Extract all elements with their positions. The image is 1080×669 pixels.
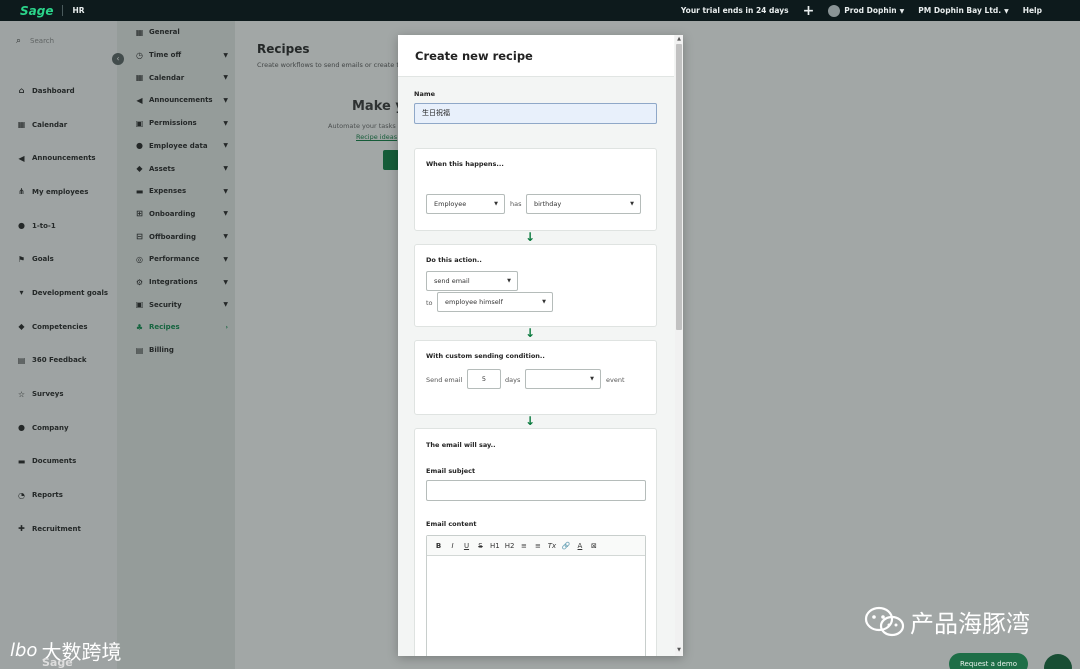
italic-button[interactable]: I [448, 542, 457, 550]
email-content-label: Email content [426, 520, 477, 528]
bullet-list-button[interactable]: ≡ [533, 542, 542, 550]
help-link[interactable]: Help [1023, 6, 1042, 15]
chevron-down-icon: ▼ [899, 7, 905, 15]
watermark-right: 产品海豚湾 [864, 604, 1030, 639]
days-text: days [505, 376, 521, 384]
editor-toolbar: B I U S H1 H2 ≡ ≡ Tx 🔗 A ⊠ [427, 536, 645, 556]
name-input[interactable]: 生日祝福 [414, 103, 657, 124]
trigger-event-select[interactable]: birthday ▼ [526, 194, 641, 214]
send-email-text: Send email [426, 376, 463, 384]
watermark-logo: lbo [10, 640, 38, 661]
modal-scrollbar[interactable]: ▲ ▼ [675, 35, 683, 656]
underline-button[interactable]: U [462, 542, 471, 550]
trigger-title: When this happens... [426, 160, 504, 168]
text-color-button[interactable]: A [575, 542, 584, 550]
select-value: send email [434, 277, 470, 285]
modal-header: Create new recipe [398, 35, 674, 77]
bold-button[interactable]: B [434, 542, 443, 550]
action-title: Do this action.. [426, 256, 482, 264]
heading2-button[interactable]: H2 [505, 542, 515, 550]
trigger-subject-select[interactable]: Employee ▼ [426, 194, 505, 214]
plus-icon[interactable]: + [803, 4, 815, 18]
email-subject-input[interactable] [426, 480, 646, 501]
insert-variable-button[interactable]: ⊠ [589, 542, 598, 550]
strikethrough-button[interactable]: S [476, 542, 485, 550]
select-value: birthday [534, 200, 562, 208]
logo-divider [62, 5, 64, 16]
user-menu[interactable]: Prod Dophin ▼ [828, 4, 905, 17]
condition-card: With custom sending condition.. Send ema… [414, 340, 657, 415]
event-text: event [606, 376, 625, 384]
scroll-down-icon[interactable]: ▼ [677, 647, 681, 653]
bottom-sage-logo: Sage [42, 656, 73, 669]
company-name: PM Dophin Bay Ltd. [918, 6, 1002, 15]
modal-title: Create new recipe [415, 49, 533, 63]
select-value: Employee [434, 200, 467, 208]
recipient-select[interactable]: employee himself ▼ [437, 292, 553, 312]
user-name: Prod Dophin [844, 5, 897, 15]
select-value: employee himself [445, 298, 503, 306]
module-label: HR [72, 6, 85, 15]
top-bar: Sage HR Your trial ends in 24 days + Pro… [0, 0, 1080, 21]
condition-title: With custom sending condition.. [426, 352, 545, 360]
top-right-menu: Your trial ends in 24 days + Prod Dophin… [681, 4, 1042, 18]
chevron-down-icon: ▼ [590, 376, 594, 382]
email-subject-label: Email subject [426, 467, 476, 475]
trial-notice[interactable]: Your trial ends in 24 days [681, 6, 789, 15]
name-label: Name [414, 90, 436, 98]
timing-select[interactable]: ▼ [525, 369, 601, 389]
sage-logo[interactable]: Sage [20, 4, 53, 18]
company-menu[interactable]: PM Dophin Bay Ltd. ▼ [918, 6, 1008, 15]
watermark-right-text: 产品海豚湾 [910, 610, 1030, 638]
avatar [828, 4, 841, 17]
heading1-button[interactable]: H1 [490, 542, 500, 550]
chevron-down-icon: ▼ [542, 299, 546, 305]
has-text: has [510, 200, 522, 208]
ordered-list-button[interactable]: ≡ [519, 542, 528, 550]
clear-format-button[interactable]: Tx [547, 542, 556, 550]
to-text: to [426, 299, 433, 307]
trigger-card: When this happens... Employee ▼ has birth… [414, 148, 657, 231]
arrow-down-icon: ↓ [524, 326, 536, 340]
email-card: The email will say.. Email subject Email… [414, 428, 657, 656]
arrow-down-icon: ↓ [524, 414, 536, 428]
action-card: Do this action.. send email ▼ to employee… [414, 244, 657, 327]
scrollbar-thumb[interactable] [676, 44, 682, 330]
chevron-down-icon: ▼ [630, 201, 634, 207]
chevron-down-icon: ▼ [494, 201, 498, 207]
email-title: The email will say.. [426, 441, 496, 449]
arrow-down-icon: ↓ [524, 230, 536, 244]
action-select[interactable]: send email ▼ [426, 271, 518, 291]
days-input[interactable]: 5 [467, 369, 501, 389]
create-recipe-modal: Create new recipe ▲ ▼ Name 生日祝福 When thi… [398, 35, 683, 656]
chevron-down-icon: ▼ [1004, 8, 1009, 15]
scroll-up-icon[interactable]: ▲ [677, 36, 681, 42]
email-content-editor[interactable]: B I U S H1 H2 ≡ ≡ Tx 🔗 A ⊠ [426, 535, 646, 656]
chevron-down-icon: ▼ [507, 278, 511, 284]
request-demo-button[interactable]: Request a demo [949, 653, 1028, 669]
wechat-icon [864, 606, 905, 636]
link-icon[interactable]: 🔗 [561, 542, 571, 550]
